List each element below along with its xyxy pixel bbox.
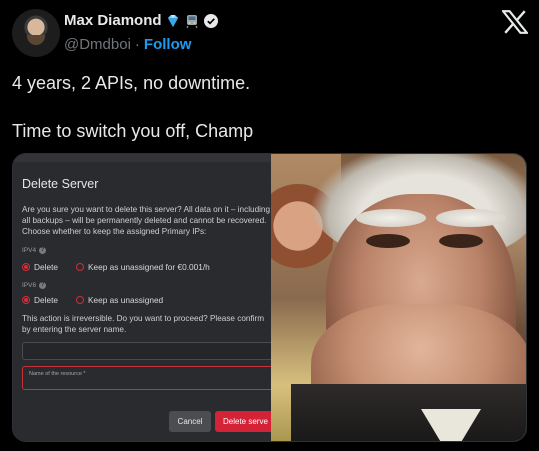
diamond-emoji-icon: [167, 14, 178, 27]
ipv6-option-keep: Keep as unassigned: [87, 295, 164, 305]
dialog-body: Are you sure you want to delete this ser…: [22, 205, 271, 236]
separator-dot: ·: [134, 36, 140, 53]
author-name-row: Max Diamond: [64, 12, 219, 29]
tweet-media[interactable]: Delete Server Are you sure you want to d…: [12, 153, 527, 442]
crying-man-photo: [271, 154, 526, 441]
radio-selected-icon: [22, 263, 30, 271]
author-handle[interactable]: @Dmdboi: [64, 36, 131, 53]
verified-badge-icon: [203, 13, 218, 28]
delete-server-dialog-screenshot: Delete Server Are you sure you want to d…: [13, 154, 271, 441]
ipv4-option-delete: Delete: [34, 262, 58, 272]
tweet-line-2: Time to switch you off, Champ: [12, 121, 254, 141]
dialog-confirm-text: This action is irreversible. Do you want…: [22, 314, 265, 334]
dialog-top-bar: [13, 154, 271, 162]
delete-server-button: Delete serve: [215, 411, 271, 432]
x-logo-icon[interactable]: [502, 10, 528, 34]
resource-name-field: Name of the resource *: [22, 366, 271, 390]
tweet-line-1: 4 years, 2 APIs, no downtime.: [12, 73, 251, 93]
ipv6-label-text: IPV6: [22, 282, 37, 289]
ipv4-options: Delete Keep as unassigned for €0.001/h: [22, 262, 210, 272]
cancel-button: Cancel: [169, 411, 211, 432]
follow-button[interactable]: Follow: [144, 36, 192, 53]
radio-empty-icon: [75, 296, 84, 304]
avatar[interactable]: [12, 9, 60, 57]
ipv4-label: IPV4 ?: [22, 247, 47, 254]
ipv4-option-keep: Keep as unassigned for €0.001/h: [87, 262, 210, 272]
help-icon: ?: [39, 282, 47, 289]
tweet-text: 4 years, 2 APIs, no downtime. Time to sw…: [12, 71, 527, 143]
resource-name-placeholder: Name of the resource *: [29, 371, 86, 377]
server-name-field: [22, 342, 271, 360]
ipv6-options: Delete Keep as unassigned: [22, 295, 163, 305]
radio-empty-icon: [75, 263, 84, 271]
radio-selected-icon: [22, 296, 30, 304]
ipv6-label: IPV6 ?: [22, 282, 47, 289]
handle-row: @Dmdboi · Follow: [64, 36, 191, 53]
help-icon: ?: [39, 247, 47, 254]
dialog-title: Delete Server: [22, 177, 99, 191]
ipv6-option-delete: Delete: [34, 295, 58, 305]
author-name[interactable]: Max Diamond: [64, 12, 162, 29]
ipv4-label-text: IPV4: [22, 247, 37, 254]
train-emoji-icon: [186, 14, 197, 28]
